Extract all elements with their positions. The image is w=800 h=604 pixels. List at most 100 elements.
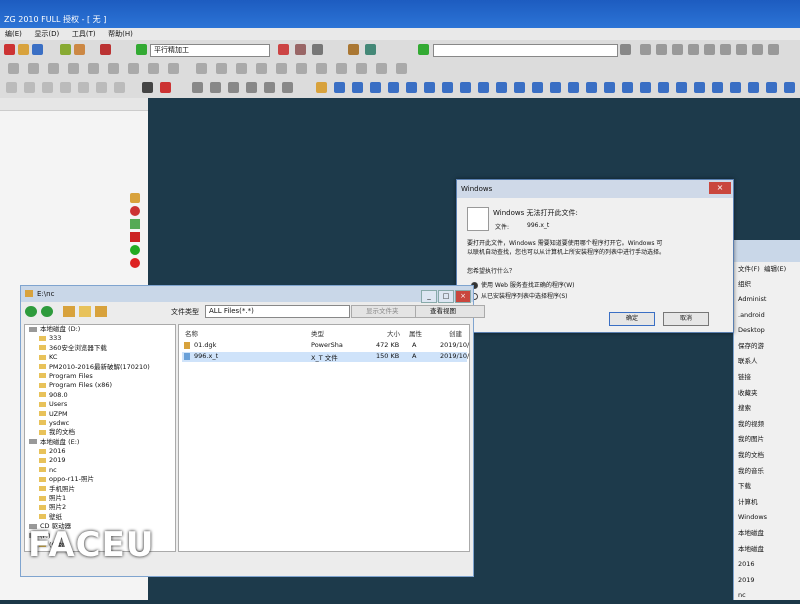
zoom-out-icon[interactable] — [370, 82, 381, 93]
toolpath-tool-19-icon[interactable] — [376, 63, 387, 74]
column-type-header[interactable]: 类型 — [311, 328, 324, 338]
column-attr-header[interactable]: 属性 — [409, 328, 422, 338]
tree-node[interactable]: 2016 — [25, 447, 175, 456]
end-icon[interactable] — [736, 44, 747, 55]
arrow-icon[interactable] — [130, 219, 140, 229]
nav-item[interactable]: 联系人 — [734, 354, 800, 370]
pause-icon[interactable] — [656, 44, 667, 55]
rewind-icon[interactable] — [688, 44, 699, 55]
tree-node[interactable]: 手机照片 — [25, 485, 175, 494]
tree-node[interactable]: 壁纸 — [25, 513, 175, 522]
pan-icon[interactable] — [550, 82, 561, 93]
strategy-select[interactable]: 平行精加工 — [150, 44, 270, 57]
cancel-button[interactable]: 取消 — [663, 312, 709, 326]
nav-item[interactable]: 计算机 — [734, 495, 800, 511]
tree-node[interactable]: 照片2 — [25, 503, 175, 512]
view-tool-4-icon[interactable] — [60, 82, 71, 93]
tree-node[interactable]: PM2010-2016最新破解(170210) — [25, 363, 175, 372]
step-icon[interactable] — [672, 44, 683, 55]
view-back-icon[interactable] — [514, 82, 525, 93]
toolpath-tool-16-icon[interactable] — [316, 63, 327, 74]
view-tool-12-icon[interactable] — [264, 82, 275, 93]
folder-up-icon[interactable] — [63, 306, 75, 317]
sphere-icon[interactable] — [766, 82, 777, 93]
file-row-selected[interactable]: 996.x_t X_T 文件 150 KB A 2019/10/ — [182, 352, 469, 362]
light-icon[interactable] — [620, 44, 631, 55]
toolpath-tool-14-icon[interactable] — [276, 63, 287, 74]
section-icon[interactable] — [640, 82, 651, 93]
shade-icon[interactable] — [160, 82, 171, 93]
view-tool-2-icon[interactable] — [24, 82, 35, 93]
tree-node[interactable]: Program Files (x86) — [25, 381, 175, 390]
toolpath-tool-10-icon[interactable] — [196, 63, 207, 74]
record-icon[interactable] — [130, 206, 140, 216]
axis-icon[interactable] — [622, 82, 633, 93]
menu-edit-2[interactable]: 编辑(E) — [764, 265, 786, 273]
zoom-icon[interactable] — [334, 82, 345, 93]
lights-icon[interactable] — [712, 82, 723, 93]
file-row[interactable]: 01.dgk PowerSha 472 KB A 2019/10/ — [182, 341, 469, 351]
transform-icon[interactable] — [348, 44, 359, 55]
new-folder-icon[interactable] — [79, 306, 91, 317]
rotate-view-icon[interactable] — [568, 82, 579, 93]
layer-icon[interactable] — [312, 44, 323, 55]
view-tool-8-icon[interactable] — [192, 82, 203, 93]
organize-button[interactable]: 组织 — [734, 276, 800, 292]
stop-icon[interactable] — [752, 44, 763, 55]
nav-item[interactable]: 2016 — [734, 557, 800, 573]
toolpath-tool-13-icon[interactable] — [256, 63, 267, 74]
rotate-icon[interactable] — [278, 44, 289, 55]
nav-item[interactable]: 保存的游 — [734, 339, 800, 355]
stop-tool-icon[interactable] — [130, 258, 140, 268]
view-tool-5-icon[interactable] — [78, 82, 89, 93]
blank-icon[interactable] — [784, 82, 795, 93]
option-installed-programs[interactable]: 从已安装程序列表中选择程序(S) — [471, 291, 568, 300]
zoom-fit-icon[interactable] — [406, 82, 417, 93]
toolpath-tool-18-icon[interactable] — [356, 63, 367, 74]
tree-node[interactable]: 2019 — [25, 456, 175, 465]
dialog-close-button[interactable]: × — [709, 182, 731, 194]
view-tool-13-icon[interactable] — [282, 82, 293, 93]
nav-item[interactable]: 搜索 — [734, 401, 800, 417]
column-size-header[interactable]: 大小 — [387, 328, 400, 338]
tree-node[interactable]: 我的文档 — [25, 428, 175, 437]
measure-icon[interactable] — [142, 82, 153, 93]
toolpath-tool-11-icon[interactable] — [216, 63, 227, 74]
view-right-icon[interactable] — [478, 82, 489, 93]
view-tool-6-icon[interactable] — [96, 82, 107, 93]
toolpath-tool-1-icon[interactable] — [8, 63, 19, 74]
toolpath-tool-4-icon[interactable] — [68, 63, 79, 74]
view-tool-10-icon[interactable] — [228, 82, 239, 93]
view-tool-9-icon[interactable] — [210, 82, 221, 93]
speed-icon[interactable] — [768, 44, 779, 55]
toolpath-tool-15-icon[interactable] — [296, 63, 307, 74]
nav-item[interactable]: 我的音乐 — [734, 464, 800, 480]
machine-icon[interactable] — [100, 44, 111, 55]
simulate-icon[interactable] — [418, 44, 429, 55]
simulation-select[interactable] — [433, 44, 618, 57]
nav-item[interactable]: 我的文档 — [734, 448, 800, 464]
toolpath-tool-8-icon[interactable] — [148, 63, 159, 74]
target-icon[interactable] — [730, 82, 741, 93]
nav-item[interactable]: nc — [734, 588, 800, 604]
play-icon[interactable] — [640, 44, 651, 55]
strategy-icon[interactable] — [136, 44, 147, 55]
nav-item[interactable]: 收藏夹 — [734, 386, 800, 402]
tree-node[interactable]: Users — [25, 400, 175, 409]
tool-icon[interactable] — [60, 44, 71, 55]
tree-node[interactable]: KC — [25, 353, 175, 362]
up-arrow-icon[interactable] — [41, 306, 53, 317]
tree-node[interactable]: oppo-r11-照片 — [25, 475, 175, 484]
forward-icon[interactable] — [720, 44, 731, 55]
tree-node[interactable]: 908.0 — [25, 391, 175, 400]
menu-edit[interactable]: 编(E) — [0, 28, 27, 40]
nav-item[interactable]: Administ — [734, 292, 800, 308]
view-top-icon[interactable] — [442, 82, 453, 93]
toolpath-tool-7-icon[interactable] — [128, 63, 139, 74]
toolpath-icon[interactable] — [74, 44, 85, 55]
toolpath-tool-2-icon[interactable] — [28, 63, 39, 74]
view-left-icon[interactable] — [496, 82, 507, 93]
nav-item[interactable]: 下载 — [734, 479, 800, 495]
block-icon[interactable] — [295, 44, 306, 55]
tree-node[interactable]: 照片1 — [25, 494, 175, 503]
